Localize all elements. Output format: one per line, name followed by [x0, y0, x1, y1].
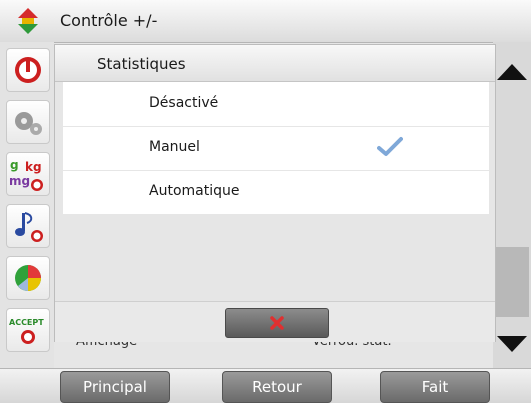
svg-text:ACCEPT: ACCEPT — [9, 318, 44, 327]
bottom-nav-bar: Principal Retour Fait — [0, 368, 531, 403]
option-desactive[interactable]: Désactivé — [63, 82, 489, 127]
power-icon[interactable] — [6, 48, 50, 92]
option-automatique[interactable]: Automatique — [63, 170, 489, 215]
cancel-button[interactable] — [225, 308, 329, 338]
scroll-thumb[interactable] — [495, 247, 529, 317]
scroll-down-arrow-icon[interactable] — [493, 326, 531, 364]
title-bar: Contrôle +/- — [0, 0, 531, 43]
dialog-title: Statistiques — [97, 55, 186, 73]
option-label: Automatique — [149, 183, 240, 199]
principal-button[interactable]: Principal — [60, 371, 170, 403]
units-g-kg-mg-icon[interactable]: g kg mg — [6, 152, 50, 196]
fait-button[interactable]: Fait — [380, 371, 490, 403]
checkmark-icon — [377, 136, 403, 158]
up-down-arrow-icon — [14, 6, 42, 36]
close-x-icon — [270, 316, 284, 330]
gears-icon[interactable] — [6, 100, 50, 144]
dialog-footer — [55, 301, 495, 342]
accept-icon[interactable]: ACCEPT — [6, 308, 50, 352]
svg-text:g: g — [10, 158, 19, 172]
option-label: Manuel — [149, 139, 200, 155]
scroll-up-arrow-icon[interactable] — [493, 52, 531, 90]
settings-rail: g kg mg ACCEPT — [0, 42, 54, 368]
color-pie-icon[interactable] — [6, 256, 50, 300]
option-label: Désactivé — [149, 95, 219, 111]
audio-note-icon[interactable] — [6, 204, 50, 248]
scrollbar[interactable] — [493, 42, 531, 368]
svg-text:kg: kg — [25, 160, 42, 174]
screen-title: Contrôle +/- — [60, 11, 158, 30]
svg-text:mg: mg — [9, 174, 30, 188]
retour-button[interactable]: Retour — [222, 371, 332, 403]
dialog-header: Statistiques — [55, 45, 495, 82]
option-manuel[interactable]: Manuel — [63, 126, 489, 171]
option-list: Désactivé Manuel Automatique — [63, 82, 489, 215]
statistics-dialog: Statistiques Désactivé Manuel Automatiqu… — [54, 44, 496, 342]
